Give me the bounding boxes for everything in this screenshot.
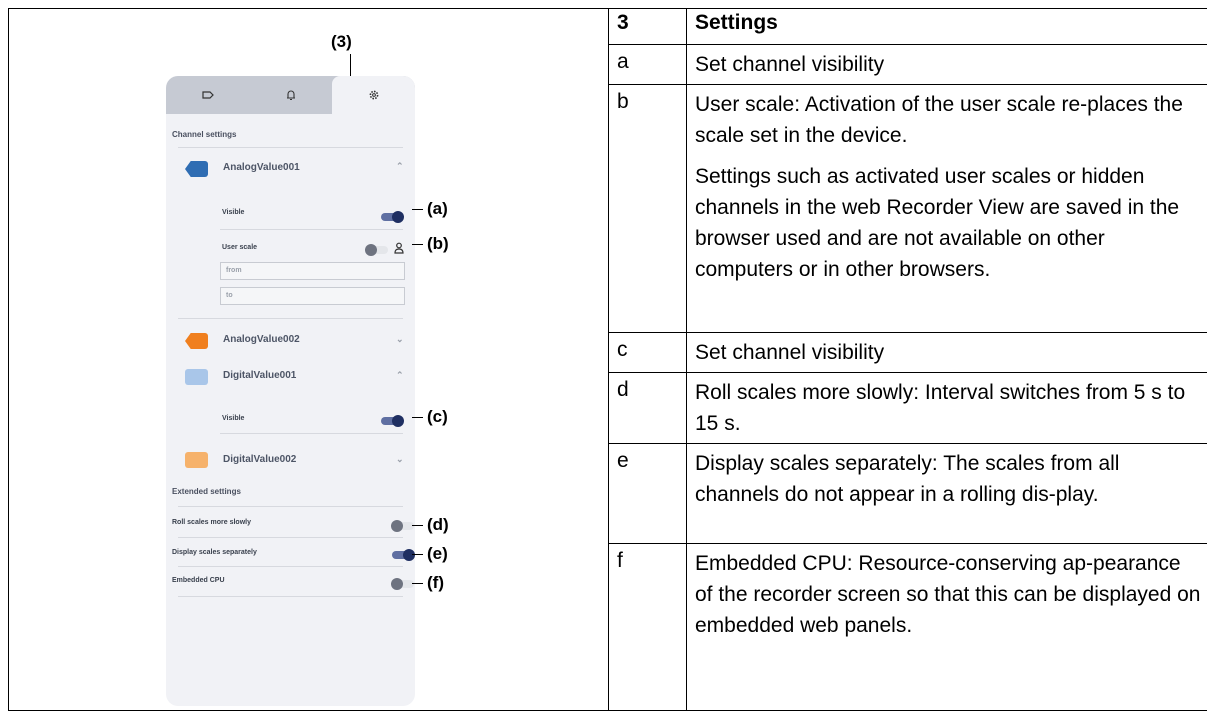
channel-name: AnalogValue002: [223, 334, 300, 345]
callout-a-line: [412, 209, 423, 210]
divider: [178, 566, 403, 567]
callout-b-line: [412, 244, 423, 245]
to-input[interactable]: to: [220, 287, 405, 305]
callout-a: (a): [427, 199, 448, 219]
channel-badge: [185, 452, 208, 468]
callout-f: (f): [427, 573, 444, 593]
chevron-up-icon[interactable]: ⌃: [396, 370, 404, 381]
callout-c: (c): [427, 407, 448, 427]
row-letter: e: [609, 444, 687, 544]
row-text: Set channel visibility: [687, 45, 1207, 85]
bell-icon: [285, 89, 297, 101]
chevron-down-icon[interactable]: ⌄: [396, 454, 404, 465]
row-paragraph: Set channel visibility: [695, 49, 1203, 80]
callout-c-line: [412, 417, 423, 418]
visible-toggle-c[interactable]: [381, 417, 403, 425]
callout-3: (3): [331, 32, 352, 52]
embedded-cpu-label: Embedded CPU: [172, 577, 225, 584]
channel-tag-icon: [202, 89, 214, 101]
row-text: Set channel visibility: [687, 333, 1207, 373]
chevron-down-icon[interactable]: ⌄: [396, 334, 404, 345]
tab-channels[interactable]: [166, 76, 249, 114]
user-scale-label: User scale: [222, 244, 257, 251]
roll-scales-label: Roll scales more slowly: [172, 519, 251, 526]
callout-d-line: [412, 525, 423, 526]
header-number: 3: [609, 9, 687, 45]
row-text: Embedded CPU: Resource-conserving ap-pea…: [687, 544, 1207, 711]
chevron-up-icon[interactable]: ⌃: [396, 161, 404, 172]
callout-e-line: [412, 554, 423, 555]
visible-label: Visible: [222, 415, 244, 422]
gear-icon: [368, 89, 380, 101]
display-scales-toggle[interactable]: [392, 551, 414, 559]
embedded-cpu-toggle[interactable]: [392, 580, 414, 588]
row-paragraph: Set channel visibility: [695, 337, 1203, 368]
row-text: User scale: Activation of the user scale…: [687, 85, 1207, 333]
callout-b: (b): [427, 234, 449, 254]
tab-alarms[interactable]: [249, 76, 332, 114]
row-paragraph: Display scales separately: The scales fr…: [695, 448, 1203, 510]
settings-figure: (3) Channel settings: [9, 9, 609, 710]
channel-name: AnalogValue001: [223, 162, 300, 173]
row-paragraph: Embedded CPU: Resource-conserving ap-pea…: [695, 548, 1203, 641]
user-icon: [394, 242, 404, 254]
from-input[interactable]: from: [220, 262, 405, 280]
row-paragraph: Settings such as activated user scales o…: [695, 161, 1203, 285]
divider: [178, 147, 403, 148]
divider: [178, 318, 403, 319]
divider: [220, 229, 403, 230]
figure-cell: (3) Channel settings: [9, 9, 609, 711]
callout-d: (d): [427, 515, 449, 535]
divider: [178, 506, 403, 507]
display-scales-label: Display scales separately: [172, 549, 257, 556]
visible-toggle-a[interactable]: [381, 213, 403, 221]
row-text: Display scales separately: The scales fr…: [687, 444, 1207, 544]
row-letter: f: [609, 544, 687, 711]
row-letter: b: [609, 85, 687, 333]
callout-e: (e): [427, 544, 448, 564]
row-text: Roll scales more slowly: Interval switch…: [687, 373, 1207, 444]
visible-label: Visible: [222, 209, 244, 216]
divider: [178, 537, 403, 538]
extended-settings-title: Extended settings: [172, 487, 241, 496]
user-scale-toggle[interactable]: [366, 246, 388, 254]
channel-badge: [185, 161, 208, 177]
row-letter: c: [609, 333, 687, 373]
channel-name: DigitalValue002: [223, 454, 296, 465]
row-paragraph: User scale: Activation of the user scale…: [695, 89, 1203, 151]
channel-settings-title: Channel settings: [172, 130, 236, 139]
row-letter: a: [609, 45, 687, 85]
channel-name: DigitalValue001: [223, 370, 296, 381]
divider: [178, 596, 403, 597]
tab-settings[interactable]: [332, 76, 415, 114]
callout-f-line: [412, 583, 423, 584]
channel-badge: [185, 369, 208, 385]
channel-badge: [185, 333, 208, 349]
divider: [220, 433, 403, 434]
settings-panel: Channel settings AnalogValue001 ⌃ Visibl…: [166, 76, 415, 706]
roll-scales-toggle[interactable]: [392, 522, 414, 530]
settings-table: (3) Channel settings: [8, 8, 1207, 711]
header-title: Settings: [687, 9, 1207, 45]
row-letter: d: [609, 373, 687, 444]
row-paragraph: Roll scales more slowly: Interval switch…: [695, 377, 1203, 439]
